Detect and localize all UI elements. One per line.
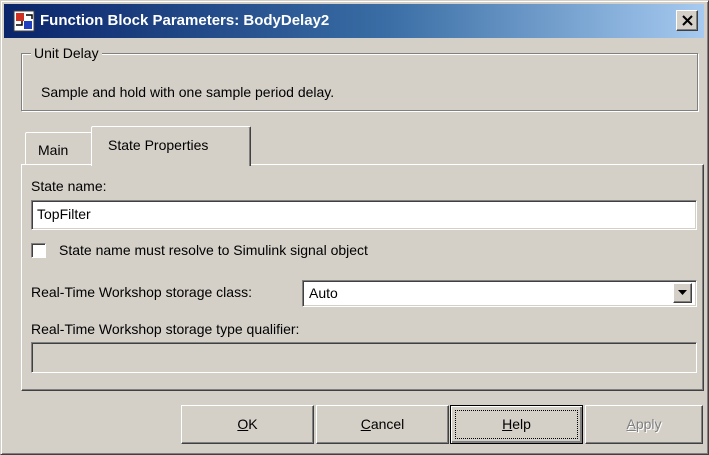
apply-button-mnemonic: A: [626, 416, 636, 432]
state-name-label: State name:: [31, 178, 107, 194]
close-button[interactable]: [676, 10, 698, 31]
storage-class-label: Real-Time Workshop storage class:: [31, 284, 252, 300]
ok-button[interactable]: OK: [181, 405, 314, 444]
cancel-button-label: ancel: [370, 416, 405, 432]
window-title: Function Block Parameters: BodyDelay2: [40, 12, 330, 29]
storage-class-select[interactable]: Auto: [302, 280, 697, 307]
ok-button-mnemonic: O: [237, 416, 249, 432]
state-name-input[interactable]: TopFilter: [31, 200, 697, 230]
tab-main[interactable]: Main: [25, 132, 93, 164]
help-button[interactable]: Help: [450, 405, 583, 444]
dialog-window: Function Block Parameters: BodyDelay2 Un…: [0, 0, 709, 455]
focus-rectangle: [455, 410, 578, 439]
tab-state-properties[interactable]: State Properties: [91, 126, 251, 166]
storage-type-qualifier-input[interactable]: [31, 342, 697, 373]
apply-button-label: pply: [635, 416, 662, 432]
simulink-block-icon: [13, 10, 35, 32]
block-description: Sample and hold with one sample period d…: [41, 84, 335, 100]
ok-button-label: K: [248, 416, 258, 432]
resolve-signal-object-checkbox[interactable]: [31, 243, 46, 258]
resolve-signal-object-label: State name must resolve to Simulink sign…: [59, 242, 368, 258]
block-description-group: [21, 53, 698, 111]
title-bar[interactable]: Function Block Parameters: BodyDelay2: [4, 4, 704, 38]
block-type-label: Unit Delay: [31, 45, 102, 61]
close-icon: [682, 15, 693, 26]
dropdown-arrow-icon: [678, 290, 687, 295]
apply-button[interactable]: Apply: [585, 405, 703, 444]
storage-type-qualifier-label: Real-Time Workshop storage type qualifie…: [31, 321, 300, 337]
cancel-button-mnemonic: C: [360, 416, 371, 432]
storage-class-dropdown-button[interactable]: [673, 283, 692, 303]
cancel-button[interactable]: Cancel: [316, 405, 449, 444]
